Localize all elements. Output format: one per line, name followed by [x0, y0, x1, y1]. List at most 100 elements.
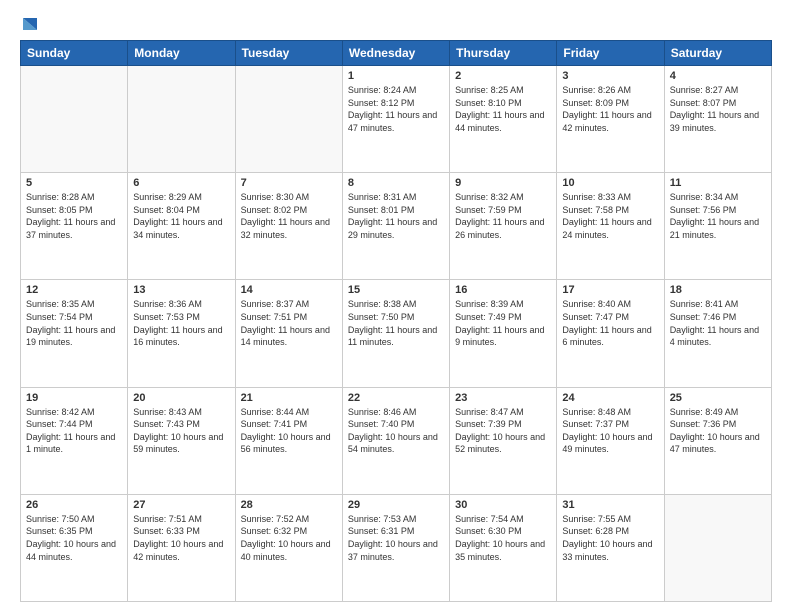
col-tuesday: Tuesday [235, 41, 342, 66]
day-number: 4 [670, 70, 766, 82]
table-row [128, 66, 235, 173]
day-number: 25 [670, 392, 766, 404]
day-info: Sunrise: 8:42 AM Sunset: 7:44 PM Dayligh… [26, 406, 122, 456]
day-info: Sunrise: 8:34 AM Sunset: 7:56 PM Dayligh… [670, 191, 766, 241]
day-info: Sunrise: 8:31 AM Sunset: 8:01 PM Dayligh… [348, 191, 444, 241]
day-info: Sunrise: 7:55 AM Sunset: 6:28 PM Dayligh… [562, 513, 658, 563]
day-number: 19 [26, 392, 122, 404]
logo-icon [21, 16, 39, 34]
table-row: 29 Sunrise: 7:53 AM Sunset: 6:31 PM Dayli… [342, 494, 449, 601]
day-number: 7 [241, 177, 337, 189]
table-row: 12 Sunrise: 8:35 AM Sunset: 7:54 PM Dayli… [21, 280, 128, 387]
day-number: 17 [562, 284, 658, 296]
day-number: 12 [26, 284, 122, 296]
day-info: Sunrise: 7:53 AM Sunset: 6:31 PM Dayligh… [348, 513, 444, 563]
table-row: 27Sunrise: 7:51 AM Sunset: 6:33 PM Dayli… [128, 494, 235, 601]
col-sunday: Sunday [21, 41, 128, 66]
calendar-header-row: Sunday Monday Tuesday Wednesday Thursday… [21, 41, 772, 66]
table-row: 20 Sunrise: 8:43 AM Sunset: 7:43 PM Dayli… [128, 387, 235, 494]
table-row: 25 Sunrise: 8:49 AM Sunset: 7:36 PM Dayli… [664, 387, 771, 494]
day-number: 15 [348, 284, 444, 296]
table-row: 18Sunrise: 8:41 AM Sunset: 7:46 PM Dayli… [664, 280, 771, 387]
day-info: Sunrise: 8:40 AM Sunset: 7:47 PM Dayligh… [562, 298, 658, 348]
col-thursday: Thursday [450, 41, 557, 66]
table-row: 30 Sunrise: 7:54 AM Sunset: 6:30 PM Dayli… [450, 494, 557, 601]
table-row: 11 Sunrise: 8:34 AM Sunset: 7:56 PM Dayli… [664, 173, 771, 280]
table-row: 3Sunrise: 8:26 AM Sunset: 8:09 PM Daylig… [557, 66, 664, 173]
table-row: 16 Sunrise: 8:39 AM Sunset: 7:49 PM Dayli… [450, 280, 557, 387]
day-info: Sunrise: 8:35 AM Sunset: 7:54 PM Dayligh… [26, 298, 122, 348]
day-number: 20 [133, 392, 229, 404]
day-info: Sunrise: 8:41 AM Sunset: 7:46 PM Dayligh… [670, 298, 766, 348]
table-row [235, 66, 342, 173]
table-row: 10Sunrise: 8:33 AM Sunset: 7:58 PM Dayli… [557, 173, 664, 280]
table-row: 17 Sunrise: 8:40 AM Sunset: 7:47 PM Dayli… [557, 280, 664, 387]
day-info: Sunrise: 8:26 AM Sunset: 8:09 PM Dayligh… [562, 84, 658, 134]
day-info: Sunrise: 7:52 AM Sunset: 6:32 PM Dayligh… [241, 513, 337, 563]
table-row: 4 Sunrise: 8:27 AM Sunset: 8:07 PM Daylig… [664, 66, 771, 173]
day-number: 16 [455, 284, 551, 296]
day-number: 13 [133, 284, 229, 296]
day-number: 9 [455, 177, 551, 189]
day-info: Sunrise: 8:43 AM Sunset: 7:43 PM Dayligh… [133, 406, 229, 456]
day-info: Sunrise: 8:28 AM Sunset: 8:05 PM Dayligh… [26, 191, 122, 241]
day-info: Sunrise: 8:37 AM Sunset: 7:51 PM Dayligh… [241, 298, 337, 348]
calendar-week-row: 26 Sunrise: 7:50 AM Sunset: 6:35 PM Dayli… [21, 494, 772, 601]
col-monday: Monday [128, 41, 235, 66]
table-row: 15 Sunrise: 8:38 AM Sunset: 7:50 PM Dayli… [342, 280, 449, 387]
day-info: Sunrise: 8:38 AM Sunset: 7:50 PM Dayligh… [348, 298, 444, 348]
day-number: 5 [26, 177, 122, 189]
day-info: Sunrise: 8:36 AM Sunset: 7:53 PM Dayligh… [133, 298, 229, 348]
table-row: 14 Sunrise: 8:37 AM Sunset: 7:51 PM Dayli… [235, 280, 342, 387]
page: Sunday Monday Tuesday Wednesday Thursday… [0, 0, 792, 612]
table-row: 21 Sunrise: 8:44 AM Sunset: 7:41 PM Dayli… [235, 387, 342, 494]
table-row: 1Sunrise: 8:24 AM Sunset: 8:12 PM Daylig… [342, 66, 449, 173]
day-number: 31 [562, 499, 658, 511]
day-number: 6 [133, 177, 229, 189]
table-row: 23 Sunrise: 8:47 AM Sunset: 7:39 PM Dayli… [450, 387, 557, 494]
table-row: 26 Sunrise: 7:50 AM Sunset: 6:35 PM Dayli… [21, 494, 128, 601]
table-row: 19 Sunrise: 8:42 AM Sunset: 7:44 PM Dayli… [21, 387, 128, 494]
day-number: 14 [241, 284, 337, 296]
day-number: 28 [241, 499, 337, 511]
col-friday: Friday [557, 41, 664, 66]
day-number: 21 [241, 392, 337, 404]
day-info: Sunrise: 8:29 AM Sunset: 8:04 PM Dayligh… [133, 191, 229, 241]
day-info: Sunrise: 7:54 AM Sunset: 6:30 PM Dayligh… [455, 513, 551, 563]
day-info: Sunrise: 7:50 AM Sunset: 6:35 PM Dayligh… [26, 513, 122, 563]
calendar-week-row: 12 Sunrise: 8:35 AM Sunset: 7:54 PM Dayli… [21, 280, 772, 387]
day-info: Sunrise: 8:27 AM Sunset: 8:07 PM Dayligh… [670, 84, 766, 134]
day-number: 30 [455, 499, 551, 511]
table-row: 7 Sunrise: 8:30 AM Sunset: 8:02 PM Daylig… [235, 173, 342, 280]
day-number: 26 [26, 499, 122, 511]
day-info: Sunrise: 8:47 AM Sunset: 7:39 PM Dayligh… [455, 406, 551, 456]
day-info: Sunrise: 8:30 AM Sunset: 8:02 PM Dayligh… [241, 191, 337, 241]
day-info: Sunrise: 8:33 AM Sunset: 7:58 PM Dayligh… [562, 191, 658, 241]
calendar-week-row: 1Sunrise: 8:24 AM Sunset: 8:12 PM Daylig… [21, 66, 772, 173]
logo [20, 16, 40, 30]
calendar-table: Sunday Monday Tuesday Wednesday Thursday… [20, 40, 772, 602]
table-row: 28 Sunrise: 7:52 AM Sunset: 6:32 PM Dayli… [235, 494, 342, 601]
day-info: Sunrise: 8:25 AM Sunset: 8:10 PM Dayligh… [455, 84, 551, 134]
day-info: Sunrise: 7:51 AM Sunset: 6:33 PM Dayligh… [133, 513, 229, 563]
day-number: 22 [348, 392, 444, 404]
day-number: 8 [348, 177, 444, 189]
day-info: Sunrise: 8:44 AM Sunset: 7:41 PM Dayligh… [241, 406, 337, 456]
table-row: 5 Sunrise: 8:28 AM Sunset: 8:05 PM Daylig… [21, 173, 128, 280]
col-saturday: Saturday [664, 41, 771, 66]
day-number: 11 [670, 177, 766, 189]
day-number: 23 [455, 392, 551, 404]
table-row [664, 494, 771, 601]
day-info: Sunrise: 8:49 AM Sunset: 7:36 PM Dayligh… [670, 406, 766, 456]
calendar-week-row: 5 Sunrise: 8:28 AM Sunset: 8:05 PM Daylig… [21, 173, 772, 280]
table-row: 6 Sunrise: 8:29 AM Sunset: 8:04 PM Daylig… [128, 173, 235, 280]
day-number: 29 [348, 499, 444, 511]
table-row [21, 66, 128, 173]
table-row: 2 Sunrise: 8:25 AM Sunset: 8:10 PM Daylig… [450, 66, 557, 173]
day-number: 1 [348, 70, 444, 82]
day-info: Sunrise: 8:39 AM Sunset: 7:49 PM Dayligh… [455, 298, 551, 348]
day-number: 2 [455, 70, 551, 82]
table-row: 9Sunrise: 8:32 AM Sunset: 7:59 PM Daylig… [450, 173, 557, 280]
table-row: 8 Sunrise: 8:31 AM Sunset: 8:01 PM Daylig… [342, 173, 449, 280]
col-wednesday: Wednesday [342, 41, 449, 66]
